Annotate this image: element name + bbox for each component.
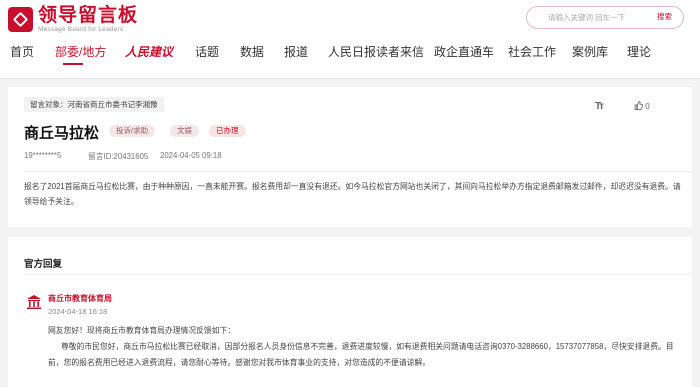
message-id: 留言ID:20431605 (88, 152, 149, 161)
nav-active-indicator (63, 63, 83, 65)
reply-date: 2024-04-18 16:18 (48, 307, 108, 316)
nav-reports[interactable]: 报道 (284, 44, 308, 60)
message-target: 留言对象：河南省商丘市委书记李湘豫 (24, 97, 164, 112)
message-title: 商丘马拉松 (24, 125, 100, 142)
search-input[interactable] (548, 10, 648, 25)
status-badge: 已办理 (209, 125, 246, 137)
divider (24, 171, 692, 172)
message-time: 2024-04-05 09:18 (160, 151, 222, 160)
government-building-icon (27, 295, 41, 309)
reply-heading: 官方回复 (24, 259, 63, 270)
nav-social-work[interactable]: 社会工作 (508, 44, 556, 60)
nav-ministries-local[interactable]: 部委/地方 (55, 44, 106, 60)
search-box: 搜索 (526, 6, 684, 29)
reply-org-name: 商丘市教育体育局 (48, 294, 112, 303)
official-reply-card: 官方回复 商丘市教育体育局 2024-04-18 16:18 网友您好！现将商丘… (8, 237, 692, 387)
message-card: 留言对象：河南省商丘市委书记李湘豫 Tт 0 商丘马拉松 投诉/求助 文娱 已办… (8, 87, 692, 227)
category-tag[interactable]: 投诉/求助 (109, 125, 156, 137)
nav-readers-letters[interactable]: 人民日报读者来信 (328, 44, 424, 60)
thumbs-up-icon (634, 101, 644, 110)
top-header: 领导留言板 Message Board for Leaders 搜索 首页 部委… (0, 0, 700, 79)
message-user: 19********5 (24, 151, 62, 160)
nav-gov-enterprise[interactable]: 政企直通车 (434, 44, 494, 60)
nav-people-suggestions[interactable]: 人民建议 (125, 44, 173, 60)
logo-title: 领导留言板 (38, 5, 139, 26)
nav-home[interactable]: 首页 (10, 44, 34, 60)
logo-icon (8, 7, 33, 32)
nav-theory[interactable]: 理论 (627, 44, 651, 60)
message-body: 报名了2021首届商丘马拉松比赛，由于种种原因，一直未能开赛。报名费用却一直没有… (24, 182, 681, 206)
divider (24, 274, 692, 275)
nav-case-library[interactable]: 案例库 (572, 44, 608, 60)
logo-subtitle: Message Board for Leaders (38, 26, 124, 33)
search-button[interactable]: 搜索 (657, 11, 672, 22)
site-logo[interactable]: 领导留言板 Message Board for Leaders (8, 6, 138, 34)
font-size-icon[interactable]: Tт (595, 101, 604, 112)
nav-topics[interactable]: 话题 (195, 44, 219, 60)
reply-greeting: 网友您好！现将商丘市教育体育局办理情况反馈如下： (48, 326, 236, 335)
reply-body: 网友您好！现将商丘市教育体育局办理情况反馈如下： 尊敬的市民您好，商丘市马拉松比… (48, 323, 688, 371)
field-tag[interactable]: 文娱 (170, 125, 199, 137)
like-button[interactable]: 0 (634, 101, 650, 111)
like-count: 0 (645, 102, 650, 111)
reply-content: 尊敬的市民您好，商丘市马拉松比赛已经取消，因部分报名人员身份信息不完善，退费进度… (48, 342, 674, 367)
nav-data[interactable]: 数据 (240, 44, 264, 60)
main-nav: 首页 部委/地方 人民建议 话题 数据 报道 人民日报读者来信 政企直通车 社会… (0, 44, 700, 66)
